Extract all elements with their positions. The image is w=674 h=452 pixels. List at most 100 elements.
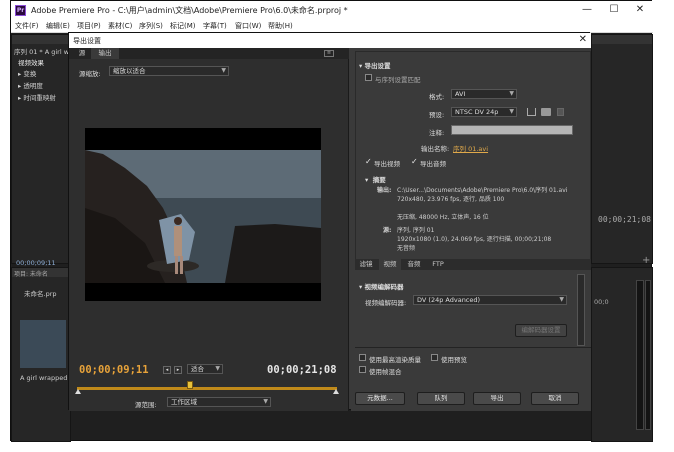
- scrollbar[interactable]: [577, 274, 585, 346]
- menu-clip[interactable]: 素材(C): [108, 21, 132, 31]
- tree-item[interactable]: ▸ 变换: [18, 68, 36, 78]
- tree-item[interactable]: ▸ 透明度: [18, 80, 43, 90]
- end-timecode: 00;00;21;08: [267, 364, 337, 376]
- export-button[interactable]: 导出: [473, 392, 521, 405]
- summary-toggle[interactable]: ▾ 摘要: [365, 174, 386, 184]
- chevron-down-icon: ▼: [509, 108, 514, 115]
- timeline-scrubber[interactable]: [77, 387, 337, 390]
- summary-output-label: 输出:: [377, 187, 392, 194]
- export-video-checkbox[interactable]: ✓: [365, 158, 372, 166]
- dialog-title-bar: 导出设置 ✕: [69, 33, 591, 48]
- preset-label: 预设:: [429, 111, 445, 119]
- minimize-button[interactable]: —: [576, 3, 598, 17]
- tab-filters[interactable]: 滤镜: [355, 259, 377, 270]
- window-title: Adobe Premiere Pro - C:\用户\admin\文档\Adob…: [31, 6, 348, 15]
- section-title: 导出设置: [364, 62, 391, 70]
- video-preview: [85, 128, 321, 301]
- scale-dropdown[interactable]: 缩放以适合 ▼: [109, 66, 229, 76]
- comment-label: 注释:: [429, 129, 445, 137]
- codec-section-title: 视频编解码器: [364, 283, 404, 291]
- premiere-logo-icon: Pr: [15, 5, 26, 16]
- video-frame-image: [85, 128, 321, 301]
- menu-window[interactable]: 窗口(W): [235, 21, 261, 31]
- delete-preset-icon[interactable]: [557, 108, 564, 116]
- export-settings-dialog: 导出设置 ✕ 源 输出 ≡ 源缩放: 缩放以适合 ▼ 00;00;09;11 ◂…: [68, 32, 591, 411]
- summary-source-label: 源:: [383, 227, 392, 234]
- max-quality-checkbox[interactable]: [359, 354, 366, 361]
- menu-edit[interactable]: 编辑(E): [46, 21, 70, 31]
- codec-value: DV (24p Advanced): [417, 296, 481, 304]
- export-audio-checkbox[interactable]: ✓: [411, 158, 418, 166]
- export-video-label: 导出视频: [374, 160, 400, 168]
- save-preset-icon[interactable]: [527, 108, 536, 116]
- codec-label: 视频编解码器:: [365, 299, 407, 307]
- metadata-button[interactable]: 元数据...: [355, 392, 405, 405]
- summary-source-line: 无音频: [397, 245, 416, 252]
- panel-title: 序列 01 * A girl w: [14, 48, 70, 56]
- use-preview-checkbox[interactable]: [431, 354, 438, 361]
- match-sequence-checkbox[interactable]: [365, 74, 372, 81]
- use-preview-label: 使用预览: [441, 356, 467, 364]
- cancel-button[interactable]: 取消: [531, 392, 579, 405]
- codec-settings-button[interactable]: 编解码器设置: [515, 324, 567, 337]
- menu-project[interactable]: 项目(P): [77, 21, 101, 31]
- add-button[interactable]: +: [642, 255, 650, 266]
- frame-blend-label: 使用帧混合: [369, 368, 402, 376]
- summary-source-line: 1920x1080 (1.0), 24.069 fps, 逐行扫描, 00;00…: [397, 236, 552, 243]
- clip-thumbnail[interactable]: [20, 320, 66, 368]
- format-label: 格式:: [429, 93, 445, 101]
- fit-dropdown[interactable]: 适合 ▼: [187, 364, 223, 374]
- codec-dropdown[interactable]: DV (24p Advanced) ▼: [413, 295, 567, 305]
- tab-ftp[interactable]: FTP: [427, 259, 449, 270]
- preview-tabs: 源 输出 ≡: [69, 48, 349, 59]
- audio-meter-right: [645, 280, 651, 430]
- menu-marker[interactable]: 标记(M): [170, 21, 196, 31]
- in-point-marker-icon[interactable]: [75, 389, 81, 394]
- source-range-dropdown[interactable]: 工作区域 ▼: [167, 397, 271, 407]
- menu-sequence[interactable]: 序列(S): [139, 21, 163, 31]
- preset-value: NTSC DV 24p: [455, 108, 499, 116]
- section-export-settings[interactable]: ▾ 导出设置: [359, 60, 391, 70]
- export-audio-label: 导出音频: [420, 160, 446, 168]
- menu-help[interactable]: 帮助(H): [268, 21, 293, 31]
- codec-section-toggle[interactable]: ▾ 视频编解码器: [359, 281, 404, 291]
- menu-title[interactable]: 字幕(T): [203, 21, 227, 31]
- maximize-button[interactable]: ☐: [603, 3, 625, 17]
- source-preview-pane: 源 输出 ≡ 源缩放: 缩放以适合 ▼ 00;00;09;11 ◂ ▸ 适合 ▼…: [69, 48, 349, 411]
- output-name-label: 输出名称:: [421, 145, 450, 153]
- format-dropdown[interactable]: AVI ▼: [451, 89, 517, 99]
- summary-output-line: 720x480, 23.976 fps, 逐行, 品质 100: [397, 196, 505, 203]
- comment-input[interactable]: [451, 125, 573, 135]
- set-in-point-icon[interactable]: ◂: [163, 366, 171, 374]
- out-point-marker-icon[interactable]: [333, 389, 339, 394]
- title-bar: Pr Adobe Premiere Pro - C:\用户\admin\文档\A…: [11, 1, 653, 20]
- tree-item[interactable]: ▸ 时间重映射: [18, 92, 56, 102]
- tab-video[interactable]: 视频: [379, 259, 401, 270]
- preset-dropdown[interactable]: NTSC DV 24p ▼: [451, 107, 517, 117]
- effect-timecode: 00;00;09;11: [16, 259, 56, 267]
- dialog-close-button[interactable]: ✕: [579, 34, 587, 45]
- close-window-button[interactable]: ✕: [629, 3, 651, 17]
- panel-menu-icon[interactable]: ≡: [324, 50, 334, 57]
- current-timecode[interactable]: 00;00;09;11: [79, 364, 149, 376]
- project-panel: 项目: 未命名 未命名.prp A girl wrapped h: [11, 267, 74, 442]
- playhead-icon[interactable]: [187, 381, 193, 389]
- summary-source-line: 序列, 序列 01: [397, 227, 435, 234]
- project-tab[interactable]: 项目: 未命名: [14, 269, 48, 278]
- import-preset-icon[interactable]: [541, 108, 551, 116]
- format-value: AVI: [455, 90, 466, 98]
- tab-source[interactable]: 源: [75, 48, 89, 59]
- tab-output[interactable]: 输出: [91, 48, 119, 59]
- queue-button[interactable]: 队列: [417, 392, 465, 405]
- effects-label: 视频效果: [18, 59, 44, 67]
- frame-blend-checkbox[interactable]: [359, 366, 366, 373]
- menu-file[interactable]: 文件(F): [15, 21, 39, 31]
- output-name-link[interactable]: 序列 01.avi: [453, 143, 488, 153]
- max-quality-label: 使用最高渲染质量: [369, 356, 421, 364]
- set-out-point-icon[interactable]: ▸: [174, 366, 182, 374]
- chevron-down-icon: ▼: [263, 398, 268, 405]
- summary-output-line: C:\User...\Documents\Adobe\Premiere Pro\…: [397, 187, 568, 194]
- summary-title: 摘要: [372, 176, 386, 184]
- tab-audio[interactable]: 音频: [403, 259, 425, 270]
- timeline-timecode: 00;0: [594, 298, 609, 306]
